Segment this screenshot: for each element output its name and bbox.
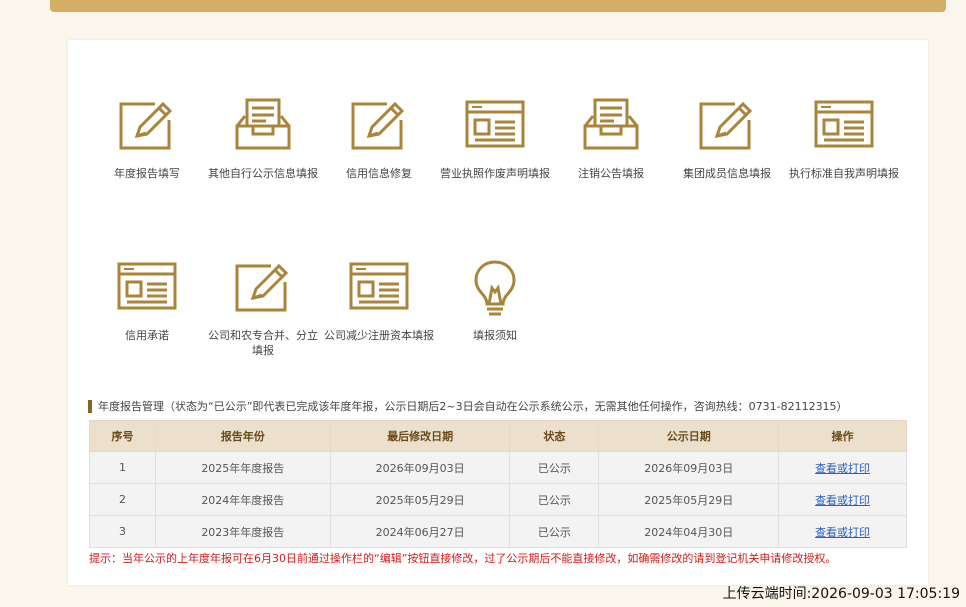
- table-row: 3 2023年年度报告 2024年06月27日 已公示 2024年04月30日 …: [89, 515, 907, 548]
- view-print-link[interactable]: 查看或打印: [815, 462, 870, 475]
- column-header: 操作: [778, 420, 907, 452]
- cell-modified: 2024年06月27日: [329, 515, 511, 548]
- tile-filing-notes[interactable]: 填报须知: [437, 260, 553, 343]
- tile-label: 营业执照作废声明填报: [440, 167, 550, 180]
- table-header-row: 序号 报告年份 最后修改日期 状态 公示日期 操作: [89, 420, 907, 452]
- tile-label: 填报须知: [473, 329, 517, 342]
- tile-cancellation-notice[interactable]: 注销公告填报: [553, 98, 669, 181]
- cell-year: 2024年年度报告: [154, 483, 331, 516]
- cell-year: 2025年年度报告: [154, 451, 331, 484]
- view-print-link[interactable]: 查看或打印: [815, 494, 870, 507]
- column-header: 报告年份: [154, 420, 331, 452]
- tile-annual-report[interactable]: 年度报告填写: [89, 98, 205, 181]
- tile-capital-reduction[interactable]: 公司减少注册资本填报: [321, 260, 437, 343]
- tile-label: 执行标准自我声明填报: [789, 167, 899, 180]
- tile-label: 其他自行公示信息填报: [208, 167, 318, 180]
- tile-label: 注销公告填报: [578, 167, 644, 180]
- cell-no: 1: [89, 451, 156, 484]
- cell-action: 查看或打印: [778, 515, 907, 548]
- top-banner: [50, 0, 946, 12]
- tile-standard-declaration[interactable]: 执行标准自我声明填报: [784, 98, 904, 181]
- tile-label: 公司和农专合并、分立填报: [208, 329, 318, 357]
- edit-icon: [699, 101, 753, 150]
- tile-group-members[interactable]: 集团成员信息填报: [669, 98, 785, 181]
- cell-published: 2026年09月03日: [598, 451, 780, 484]
- edit-hint: 提示：当年公示的上年度年报可在6月30日前通过操作栏的“编辑”按钮直接修改，过了…: [89, 552, 837, 565]
- cell-modified: 2026年09月03日: [329, 451, 511, 484]
- cell-action: 查看或打印: [778, 451, 907, 484]
- cell-year: 2023年年度报告: [154, 515, 331, 548]
- form-window-icon: [814, 100, 874, 148]
- tile-label: 年度报告填写: [114, 167, 180, 180]
- column-header: 最后修改日期: [329, 420, 511, 452]
- main-card: 年度报告填写 其他自行公示信息填报 信用信息修复 营业执照作废声明填报 注销公告…: [68, 40, 928, 585]
- tile-other-disclosure[interactable]: 其他自行公示信息填报: [205, 98, 321, 181]
- view-print-link[interactable]: 查看或打印: [815, 526, 870, 539]
- form-window-icon: [349, 262, 409, 310]
- inbox-icon: [583, 98, 639, 150]
- form-window-icon: [117, 262, 177, 310]
- cell-no: 2: [89, 483, 156, 516]
- cell-status: 已公示: [509, 483, 600, 516]
- tile-label: 集团成员信息填报: [683, 167, 771, 180]
- tile-credit-commitment[interactable]: 信用承诺: [89, 260, 205, 343]
- lightbulb-icon: [474, 260, 516, 316]
- edit-icon: [119, 101, 173, 150]
- service-grid: 年度报告填写 其他自行公示信息填报 信用信息修复 营业执照作废声明填报 注销公告…: [68, 40, 928, 400]
- cell-no: 3: [89, 515, 156, 548]
- table-row: 2 2024年年度报告 2025年05月29日 已公示 2025年05月29日 …: [89, 483, 907, 516]
- column-header: 公示日期: [598, 420, 780, 452]
- cell-published: 2025年05月29日: [598, 483, 780, 516]
- cell-status: 已公示: [509, 451, 600, 484]
- cell-modified: 2025年05月29日: [329, 483, 511, 516]
- inbox-icon: [235, 98, 291, 150]
- cell-published: 2024年04月30日: [598, 515, 780, 548]
- edit-icon: [235, 263, 289, 312]
- column-header: 状态: [509, 420, 600, 452]
- annual-report-table: 序号 报告年份 最后修改日期 状态 公示日期 操作 1 2025年年度报告 20…: [89, 420, 907, 548]
- tile-label: 公司减少注册资本填报: [324, 329, 434, 342]
- cell-status: 已公示: [509, 515, 600, 548]
- tile-label: 信用承诺: [125, 329, 169, 342]
- tile-merger-split[interactable]: 公司和农专合并、分立填报: [205, 260, 321, 358]
- tile-label: 信用信息修复: [346, 167, 412, 180]
- column-header: 序号: [89, 420, 156, 452]
- cell-action: 查看或打印: [778, 483, 907, 516]
- tile-license-void[interactable]: 营业执照作废声明填报: [437, 98, 553, 181]
- upload-timestamp: 上传云端时间:2026-09-03 17:05:19: [722, 586, 960, 602]
- tile-credit-repair[interactable]: 信用信息修复: [321, 98, 437, 181]
- edit-icon: [351, 101, 405, 150]
- form-window-icon: [465, 100, 525, 148]
- table-row: 1 2025年年度报告 2026年09月03日 已公示 2026年09月03日 …: [89, 451, 907, 484]
- annual-report-heading: 年度报告管理（状态为“已公示”即代表已完成该年度年报，公示日期后2~3日会自动在…: [88, 400, 848, 413]
